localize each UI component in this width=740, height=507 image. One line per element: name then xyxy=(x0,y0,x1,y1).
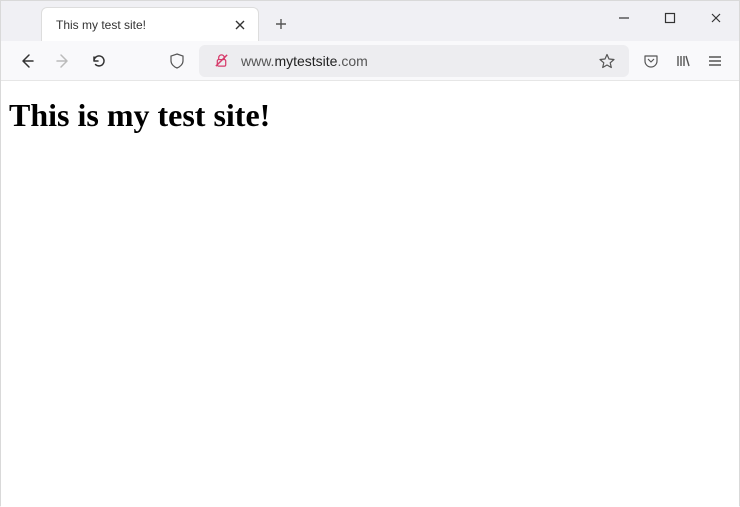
browser-tab[interactable]: This my test site! xyxy=(41,7,259,41)
library-icon[interactable] xyxy=(669,47,697,75)
tab-title: This my test site! xyxy=(56,18,232,32)
lock-insecure-icon[interactable] xyxy=(207,47,235,75)
close-tab-icon[interactable] xyxy=(232,17,248,33)
url-suffix: .com xyxy=(337,53,367,69)
url-prefix: www. xyxy=(241,53,274,69)
page-heading: This is my test site! xyxy=(9,97,731,134)
close-window-button[interactable] xyxy=(693,1,739,35)
url-text[interactable]: www.mytestsite.com xyxy=(241,53,587,69)
url-domain: mytestsite xyxy=(274,53,337,69)
window-controls xyxy=(601,1,739,35)
minimize-button[interactable] xyxy=(601,1,647,35)
bookmark-star-icon[interactable] xyxy=(593,47,621,75)
shield-icon[interactable] xyxy=(163,47,191,75)
new-tab-button[interactable] xyxy=(267,10,295,38)
forward-button[interactable] xyxy=(47,45,79,77)
maximize-button[interactable] xyxy=(647,1,693,35)
reload-button[interactable] xyxy=(83,45,115,77)
titlebar: This my test site! xyxy=(1,1,739,41)
page-content: This is my test site! xyxy=(1,81,739,507)
back-button[interactable] xyxy=(11,45,43,77)
menu-icon[interactable] xyxy=(701,47,729,75)
address-bar[interactable]: www.mytestsite.com xyxy=(199,45,629,77)
toolbar: www.mytestsite.com xyxy=(1,41,739,81)
pocket-icon[interactable] xyxy=(637,47,665,75)
